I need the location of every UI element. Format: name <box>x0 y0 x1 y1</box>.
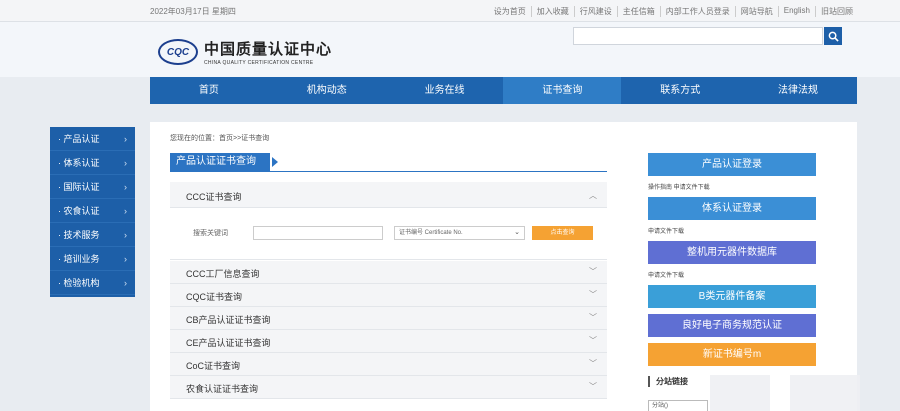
chevron-down-icon: ﹀ <box>589 359 597 368</box>
date-text: 2022年03月17日 星期四 <box>150 7 236 16</box>
sidebar-item-inspection[interactable]: · 检验机构 › <box>50 271 135 295</box>
accordion-label: CE产品认证证书查询 <box>186 338 271 348</box>
component-database-button[interactable]: 整机用元器件数据库 <box>648 241 816 264</box>
main-nav: 首页 机构动态 业务在线 证书查询 联系方式 法律法规 <box>150 77 857 104</box>
download-link[interactable]: 申请文件下载 <box>648 270 684 279</box>
new-cert-number-button[interactable]: 新证书编号m <box>648 343 816 366</box>
top-link-staff-login[interactable]: 内部工作人员登录 <box>659 6 735 17</box>
sidebar-item-training[interactable]: · 培训业务 › <box>50 247 135 271</box>
accordion-label: CQC证书查询 <box>186 292 242 302</box>
product-cert-login-button[interactable]: 产品认证登录 <box>648 153 816 176</box>
branch-links-select[interactable]: 分站() <box>648 400 708 411</box>
cqc-logo-mark: CQC <box>158 39 198 65</box>
search-icon <box>828 31 839 42</box>
chevron-right-icon: › <box>124 254 127 264</box>
nav-contact[interactable]: 联系方式 <box>621 77 739 104</box>
sidebar-item-agrifood[interactable]: · 农食认证 › <box>50 199 135 223</box>
branch-links-title: 分站链接 <box>648 376 688 387</box>
accordion-agrifood-certificate[interactable]: 农食认证证书查询 ﹀ <box>170 376 607 399</box>
accordion-ccc-certificate[interactable]: CCC证书查询 ︿ <box>170 182 607 208</box>
accordion-label: CCC证书查询 <box>186 192 242 202</box>
chevron-down-icon: ﹀ <box>589 313 597 322</box>
sidebar-item-label: 技术服务 <box>63 230 100 240</box>
sidebar-item-label: 培训业务 <box>63 254 100 264</box>
chevron-up-icon: ︿ <box>589 191 597 200</box>
chevron-right-icon: › <box>124 278 127 288</box>
keyword-label: 搜索关键词 <box>193 230 228 237</box>
logo-chinese-name: 中国质量认证中心 <box>204 41 333 58</box>
blur-overlay <box>790 375 860 411</box>
accordion-cb-certificate[interactable]: CB产品认证证书查询 ﹀ <box>170 307 607 330</box>
top-link-mailbox[interactable]: 主任信箱 <box>616 6 660 17</box>
chevron-down-icon: ﹀ <box>589 382 597 391</box>
section-title: 产品认证证书查询 <box>170 153 270 171</box>
chevron-right-icon: › <box>124 134 127 144</box>
section-divider <box>170 171 607 172</box>
select-value: 证书编号 Certificate No. <box>399 230 463 236</box>
sidebar-item-label: 国际认证 <box>63 182 100 192</box>
b-class-component-button[interactable]: B类元器件备案 <box>648 285 816 308</box>
accordion-label: 农食认证证书查询 <box>186 384 259 394</box>
guide-download-links[interactable]: 操作指南 申请文件下载 <box>648 182 710 191</box>
section-arrow-icon <box>272 157 278 167</box>
sidebar-item-label: 农食认证 <box>63 206 100 216</box>
chevron-down-icon: ﹀ <box>589 290 597 299</box>
chevron-right-icon: › <box>124 158 127 168</box>
sidebar-item-international[interactable]: · 国际认证 › <box>50 175 135 199</box>
accordion-label: CoC证书查询 <box>186 361 241 371</box>
sidebar-item-label: 检验机构 <box>63 278 100 288</box>
query-button[interactable]: 点击查询 <box>532 226 593 240</box>
chevron-down-icon: ⌄ <box>514 229 520 236</box>
chevron-down-icon: ﹀ <box>589 267 597 276</box>
nav-news[interactable]: 机构动态 <box>268 77 386 104</box>
sidebar-item-label: 体系认证 <box>63 158 100 168</box>
chevron-down-icon: ﹀ <box>589 336 597 345</box>
top-links: 设为首页 加入收藏 行风建设 主任信箱 内部工作人员登录 网站导航 Englis… <box>489 6 858 17</box>
nav-home[interactable]: 首页 <box>150 77 268 104</box>
blur-overlay <box>710 375 770 411</box>
site-logo[interactable]: CQC 中国质量认证中心 CHINA QUALITY CERTIFICATION… <box>158 38 332 66</box>
logo-english-name: CHINA QUALITY CERTIFICATION CENTRE <box>204 60 314 66</box>
accordion-label: CCC工厂信息查询 <box>186 269 260 279</box>
sidebar: · 产品认证 › · 体系认证 › · 国际认证 › · 农食认证 › · 技术服务 › … <box>50 127 135 297</box>
nav-certificate-query[interactable]: 证书查询 <box>503 77 622 104</box>
top-link-english[interactable]: English <box>777 6 815 17</box>
sidebar-item-system[interactable]: · 体系认证 › <box>50 151 135 175</box>
ccc-query-panel: 搜索关键词 证书编号 Certificate No. ⌄ 点击查询 <box>170 208 607 260</box>
nav-laws[interactable]: 法律法规 <box>739 77 857 104</box>
certificate-type-select[interactable]: 证书编号 Certificate No. ⌄ <box>394 226 525 240</box>
accordion-cqc-certificate[interactable]: CQC证书查询 ﹀ <box>170 284 607 307</box>
top-link-homepage[interactable]: 设为首页 <box>489 6 531 17</box>
accordion-coc-certificate[interactable]: CoC证书查询 ﹀ <box>170 353 607 376</box>
search-input[interactable] <box>573 27 823 45</box>
sidebar-item-technical[interactable]: · 技术服务 › <box>50 223 135 247</box>
nav-business[interactable]: 业务在线 <box>386 77 504 104</box>
accordion-label: CB产品认证证书查询 <box>186 315 271 325</box>
top-bar: 2022年03月17日 星期四 设为首页 加入收藏 行风建设 主任信箱 内部工作… <box>0 0 900 22</box>
keyword-input[interactable] <box>253 226 383 240</box>
system-cert-login-button[interactable]: 体系认证登录 <box>648 197 816 220</box>
sidebar-item-product[interactable]: · 产品认证 › <box>50 127 135 151</box>
search-button[interactable] <box>824 27 842 45</box>
chevron-right-icon: › <box>124 182 127 192</box>
accordion-ccc-factory[interactable]: CCC工厂信息查询 ﹀ <box>170 261 607 284</box>
ecommerce-cert-button[interactable]: 良好电子商务规范认证 <box>648 314 816 337</box>
chevron-right-icon: › <box>124 230 127 240</box>
top-link-old-site[interactable]: 旧站回顾 <box>815 6 858 17</box>
top-link-favorite[interactable]: 加入收藏 <box>530 6 574 17</box>
accordion-ce-certificate[interactable]: CE产品认证证书查询 ﹀ <box>170 330 607 353</box>
sidebar-item-label: 产品认证 <box>63 134 100 144</box>
download-link[interactable]: 申请文件下载 <box>648 226 684 235</box>
chevron-right-icon: › <box>124 206 127 216</box>
top-link-sitemap[interactable]: 网站导航 <box>734 6 778 17</box>
breadcrumb: 您现在的位置：首页>>证书查询 <box>170 135 270 142</box>
top-link-integrity[interactable]: 行风建设 <box>573 6 617 17</box>
